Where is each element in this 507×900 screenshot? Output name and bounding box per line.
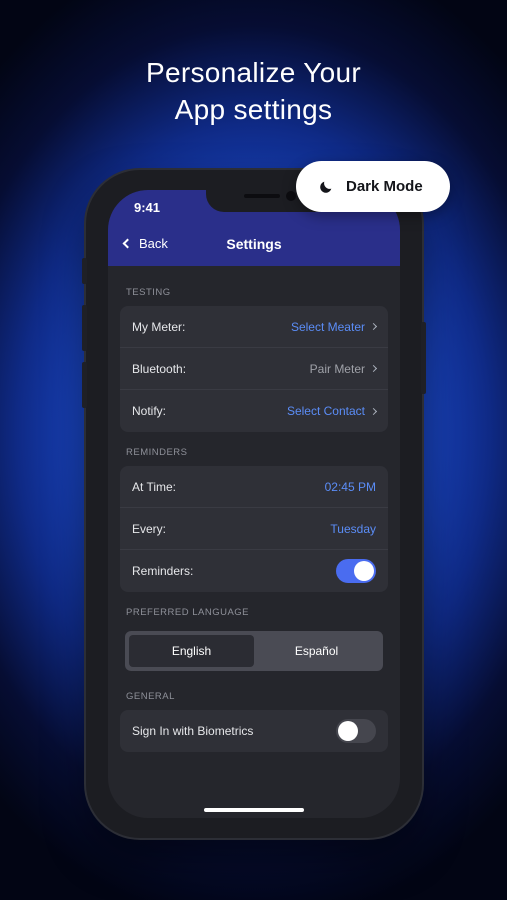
segment-espanol[interactable]: Español: [254, 635, 379, 667]
camera-icon: [286, 191, 296, 201]
chevron-right-icon: [369, 407, 378, 415]
phone-screen: 9:41 Back Settings TESTING My Meter: Sel…: [108, 190, 400, 818]
row-reminders: Reminders:: [120, 550, 388, 592]
row-value: Select Contact: [286, 404, 378, 418]
speaker-grille: [244, 194, 280, 198]
row-label: At Time:: [132, 479, 177, 494]
every-value: Tuesday: [330, 521, 376, 536]
testing-group: My Meter: Select Meater Bluetooth: Pair …: [120, 306, 388, 432]
phone-side-button: [82, 258, 87, 284]
chevron-right-icon: [369, 322, 378, 331]
toggle-knob: [354, 561, 374, 581]
dark-mode-label: Dark Mode: [346, 178, 423, 195]
toggle-knob: [338, 721, 358, 741]
row-label: My Meter:: [132, 319, 186, 334]
reminders-toggle[interactable]: [336, 559, 376, 583]
dark-mode-badge[interactable]: Dark Mode: [296, 161, 450, 212]
row-sign-in-biometrics: Sign In with Biometrics: [120, 710, 388, 752]
row-at-time[interactable]: At Time: 02:45 PM: [120, 466, 388, 508]
row-value: Pair Meter: [309, 361, 378, 376]
row-label: Reminders:: [132, 564, 194, 578]
row-bluetooth[interactable]: Bluetooth: Pair Meter: [120, 348, 388, 390]
at-time-value: 02:45 PM: [324, 479, 376, 494]
my-meter-value: Select Meater: [290, 319, 365, 334]
section-label-testing: TESTING: [126, 287, 171, 298]
row-value: Select Meater: [290, 319, 378, 334]
home-indicator[interactable]: [204, 808, 304, 812]
row-every[interactable]: Every: Tuesday: [120, 508, 388, 550]
chevron-right-icon: [369, 364, 378, 373]
row-my-meter[interactable]: My Meter: Select Meater: [120, 306, 388, 348]
row-label: Sign In with Biometrics: [132, 724, 254, 738]
general-group: Sign In with Biometrics: [120, 710, 388, 752]
headline-line-2: App settings: [174, 94, 333, 125]
page-title: Settings: [226, 236, 282, 252]
row-label: Every:: [132, 521, 167, 536]
section-label-general: GENERAL: [126, 691, 175, 702]
phone-volume-up-button: [82, 305, 87, 351]
moon-icon: [320, 181, 332, 193]
status-time: 9:41: [134, 200, 161, 215]
row-label: Notify:: [132, 404, 167, 418]
phone-power-button: [421, 322, 426, 394]
biometrics-toggle[interactable]: [336, 719, 376, 743]
phone-volume-down-button: [82, 362, 87, 408]
headline: Personalize Your App settings: [0, 54, 507, 128]
headline-line-1: Personalize Your: [146, 57, 361, 88]
row-notify[interactable]: Notify: Select Contact: [120, 390, 388, 432]
section-label-reminders: REMINDERS: [126, 447, 188, 458]
language-segmented-control: English Español: [125, 631, 383, 671]
reminders-group: At Time: 02:45 PM Every: Tuesday Reminde…: [120, 466, 388, 592]
segment-english[interactable]: English: [129, 635, 254, 667]
notify-value: Select Contact: [286, 404, 365, 418]
bluetooth-value: Pair Meter: [309, 361, 365, 376]
row-label: Bluetooth:: [132, 361, 187, 376]
section-label-language: PREFERRED LANGUAGE: [126, 607, 250, 618]
